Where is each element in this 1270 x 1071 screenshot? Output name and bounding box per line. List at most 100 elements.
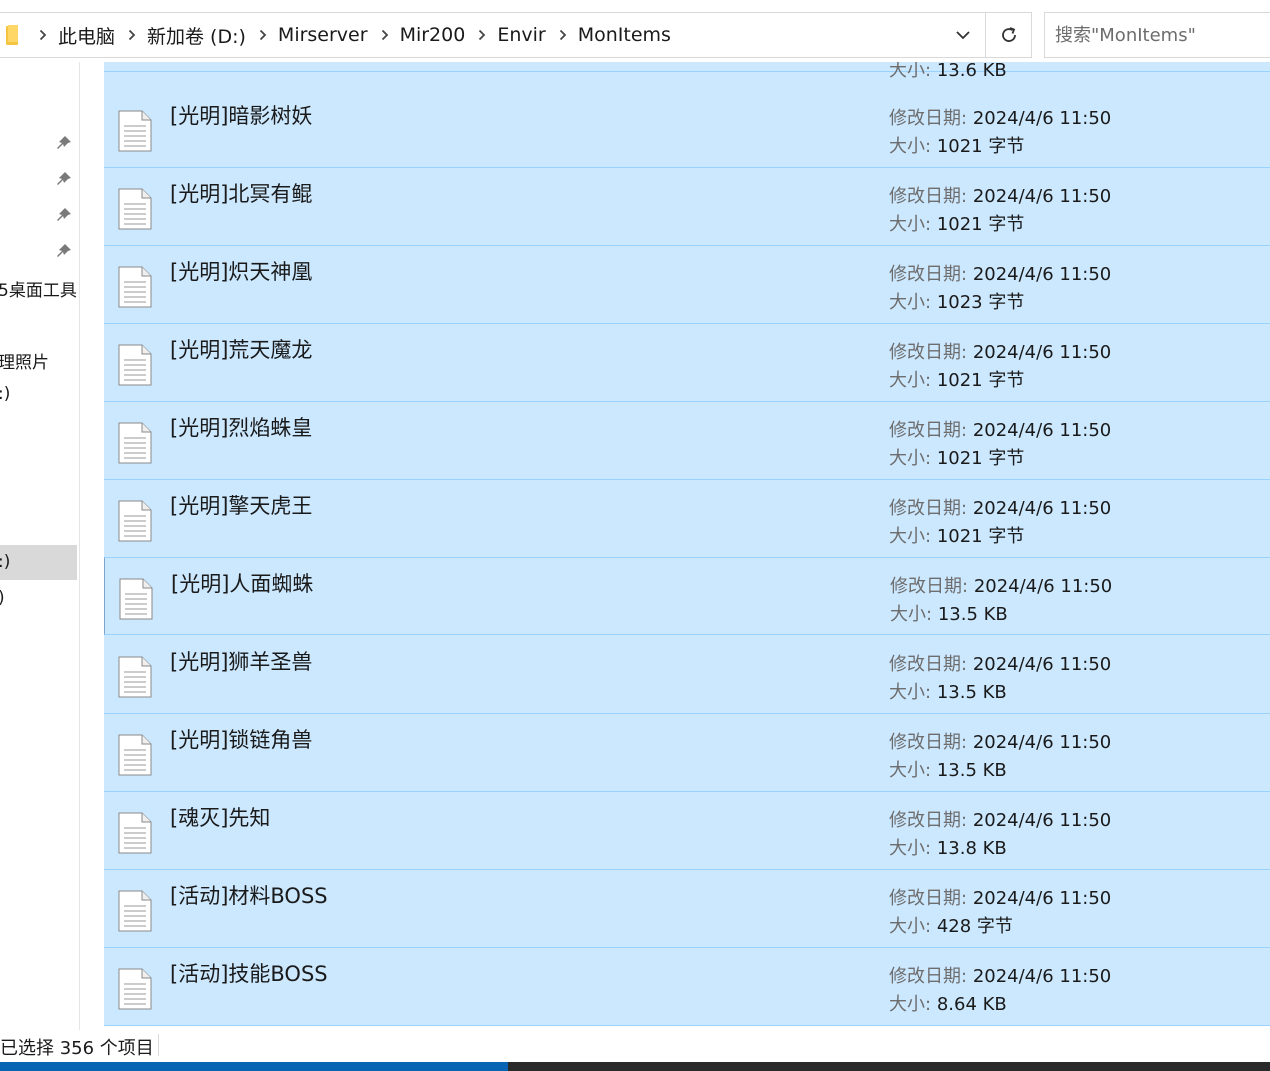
file-size: 13.5 KB xyxy=(937,604,1008,625)
file-size: 428 字节 xyxy=(936,916,1013,937)
breadcrumb-item[interactable]: 此电脑 xyxy=(54,22,121,49)
size-label: 大小: xyxy=(889,448,932,469)
text-file-icon xyxy=(118,110,152,152)
list-item[interactable]: [活动]技能BOSS 修改日期: 2024/4/6 11:50 大小: 8.64 K… xyxy=(104,948,1270,1026)
nav-item-drive-d[interactable]: :) xyxy=(0,552,10,572)
file-name[interactable]: [魂灭]先知 xyxy=(170,802,270,832)
list-item[interactable]: [光明]狮羊圣兽 修改日期: 2024/4/6 11:50 大小: 13.5 KB xyxy=(104,636,1270,714)
file-modified: 2024/4/6 11:50 xyxy=(973,576,1113,597)
size-label: 大小: xyxy=(889,916,932,937)
text-file-icon xyxy=(118,500,152,542)
file-name[interactable]: [活动]技能BOSS xyxy=(170,958,328,988)
file-modified: 2024/4/6 11:50 xyxy=(972,420,1112,441)
file-name[interactable]: [光明]锁链角兽 xyxy=(170,724,312,754)
file-size: 1021 字节 xyxy=(936,526,1025,547)
file-name[interactable]: [光明]炽天神凰 xyxy=(170,256,312,286)
status-divider xyxy=(158,1034,159,1056)
list-item[interactable]: 大小: 13.6 KB xyxy=(104,62,1270,81)
text-file-icon xyxy=(118,266,152,308)
size-label: 大小: xyxy=(889,214,932,235)
file-name[interactable]: [光明]暗影树妖 xyxy=(170,100,312,130)
list-item[interactable]: [光明]人面蜘蛛 修改日期: 2024/4/6 11:50 大小: 13.5 KB xyxy=(104,557,1270,635)
chevron-right-icon[interactable] xyxy=(471,29,493,41)
file-name[interactable]: [光明]狮羊圣兽 xyxy=(170,646,312,676)
file-size: 1021 字节 xyxy=(936,370,1025,391)
file-name[interactable]: [光明]北冥有鲲 xyxy=(170,178,312,208)
text-file-icon xyxy=(119,578,153,620)
taskbar-wallpaper xyxy=(508,1062,1270,1071)
file-modified: 2024/4/6 11:50 xyxy=(972,966,1112,987)
breadcrumb-item[interactable]: Envir xyxy=(493,24,551,46)
file-name[interactable]: [光明]荒天魔龙 xyxy=(170,334,312,364)
file-modified: 2024/4/6 11:50 xyxy=(972,108,1112,129)
date-label: 修改日期: xyxy=(889,264,968,285)
file-size: 1021 字节 xyxy=(936,136,1025,157)
breadcrumb: 此电脑 新加卷 (D:) Mirserver Mir200 Envir MonItems xyxy=(32,13,677,57)
list-item[interactable]: [光明]擎天虎王 修改日期: 2024/4/6 11:50 大小: 1021 字节 xyxy=(104,480,1270,558)
size-label: 大小: xyxy=(889,682,932,703)
nav-item-photos[interactable]: 理照片 xyxy=(0,348,49,373)
file-modified: 2024/4/6 11:50 xyxy=(972,810,1112,831)
toolbar: 此电脑 新加卷 (D:) Mirserver Mir200 Envir MonItems xyxy=(0,0,1270,66)
address-bar[interactable]: 此电脑 新加卷 (D:) Mirserver Mir200 Envir MonItems xyxy=(0,12,1032,58)
search-box[interactable] xyxy=(1044,12,1270,58)
list-item[interactable]: [光明]烈焰蛛皇 修改日期: 2024/4/6 11:50 大小: 1021 字节 xyxy=(104,402,1270,480)
list-item[interactable]: [光明]北冥有鲲 修改日期: 2024/4/6 11:50 大小: 1021 字节 xyxy=(104,168,1270,246)
text-file-icon xyxy=(118,734,152,776)
nav-item-drive-e[interactable]: ) xyxy=(0,588,5,608)
list-item[interactable]: [光明]炽天神凰 修改日期: 2024/4/6 11:50 大小: 1023 字节 xyxy=(104,246,1270,324)
chevron-right-icon[interactable] xyxy=(121,29,143,41)
status-bar: 已选择 356 个项目 xyxy=(0,1030,1270,1062)
file-modified: 2024/4/6 11:50 xyxy=(972,732,1112,753)
taskbar xyxy=(0,1062,1270,1071)
pin-icon[interactable] xyxy=(55,134,73,152)
file-name[interactable]: [光明]擎天虎王 xyxy=(170,490,312,520)
pin-icon[interactable] xyxy=(55,170,73,188)
chevron-right-icon[interactable] xyxy=(374,29,396,41)
date-label: 修改日期: xyxy=(889,108,968,129)
size-label: 大小: xyxy=(889,62,932,81)
file-name[interactable]: [光明]烈焰蛛皇 xyxy=(170,412,312,442)
size-label: 大小: xyxy=(890,604,933,625)
date-label: 修改日期: xyxy=(889,732,968,753)
chevron-right-icon[interactable] xyxy=(252,29,274,41)
chevron-right-icon[interactable] xyxy=(32,29,54,41)
list-item[interactable]: [光明]锁链角兽 修改日期: 2024/4/6 11:50 大小: 13.5 KB xyxy=(104,714,1270,792)
pin-icon[interactable] xyxy=(55,242,73,260)
breadcrumb-item[interactable]: 新加卷 (D:) xyxy=(143,22,252,49)
file-name[interactable]: [活动]材料BOSS xyxy=(170,880,328,910)
file-size: 1021 字节 xyxy=(936,448,1025,469)
list-item[interactable]: [光明]荒天魔龙 修改日期: 2024/4/6 11:50 大小: 1021 字节 xyxy=(104,324,1270,402)
file-list[interactable]: 大小: 13.6 KB [光明]暗影树妖 修改日期: 2024/4/6 11:50… xyxy=(104,62,1270,1026)
date-label: 修改日期: xyxy=(889,810,968,831)
list-item[interactable]: [光明]暗影树妖 修改日期: 2024/4/6 11:50 大小: 1021 字节 xyxy=(104,90,1270,168)
list-item[interactable]: [活动]材料BOSS 修改日期: 2024/4/6 11:50 大小: 428 字节 xyxy=(104,870,1270,948)
breadcrumb-item[interactable]: MonItems xyxy=(574,24,677,46)
file-size: 8.64 KB xyxy=(936,994,1007,1015)
breadcrumb-item[interactable]: Mir200 xyxy=(396,24,472,46)
nav-item-drive-c[interactable]: :) xyxy=(0,384,10,404)
date-label: 修改日期: xyxy=(889,966,968,987)
file-size: 13.5 KB xyxy=(936,682,1007,703)
pin-icon[interactable] xyxy=(55,206,73,224)
address-history-dropdown[interactable] xyxy=(943,13,983,57)
list-item[interactable]: [魂灭]先知 修改日期: 2024/4/6 11:50 大小: 13.8 KB xyxy=(104,792,1270,870)
file-modified: 2024/4/6 11:50 xyxy=(972,264,1112,285)
file-modified: 2024/4/6 11:50 xyxy=(972,342,1112,363)
file-size: 13.8 KB xyxy=(936,838,1007,859)
breadcrumb-item[interactable]: Mirserver xyxy=(274,24,374,46)
folder-icon xyxy=(6,25,18,45)
refresh-button[interactable] xyxy=(985,13,1031,57)
file-name[interactable]: [光明]人面蜘蛛 xyxy=(171,568,313,598)
text-file-icon xyxy=(118,422,152,464)
file-modified: 2024/4/6 11:50 xyxy=(972,498,1112,519)
search-input[interactable] xyxy=(1045,13,1270,57)
date-label: 修改日期: xyxy=(889,498,968,519)
size-label: 大小: xyxy=(889,292,932,313)
text-file-icon xyxy=(118,656,152,698)
date-label: 修改日期: xyxy=(890,576,969,597)
chevron-right-icon[interactable] xyxy=(552,29,574,41)
date-label: 修改日期: xyxy=(889,342,968,363)
nav-item-desktop-tools[interactable]: 5桌面工具 xyxy=(0,276,77,301)
size-label: 大小: xyxy=(889,136,932,157)
